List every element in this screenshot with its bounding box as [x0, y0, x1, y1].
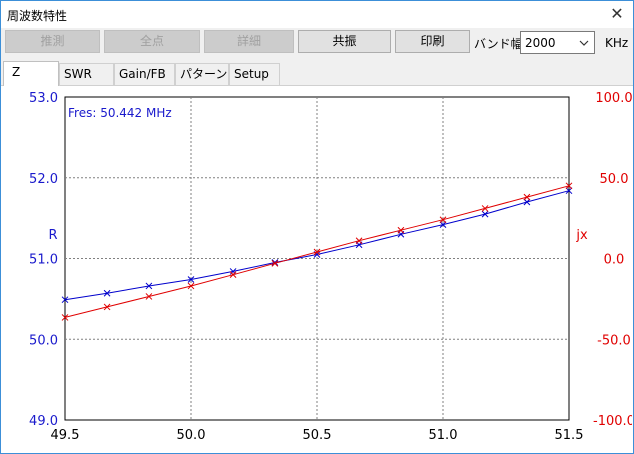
tab-strip: Z SWR Gain/FB パターン Setup: [1, 61, 633, 86]
print-button[interactable]: 印刷: [395, 30, 470, 53]
x-tick-label: 50.5: [303, 428, 332, 443]
estimate-button[interactable]: 推測: [5, 30, 100, 53]
detail-button[interactable]: 詳細: [204, 30, 294, 53]
x-tick-label: 49.5: [51, 428, 80, 443]
band-width-select[interactable]: 2000: [520, 31, 595, 54]
toolbar: 推測 全点 詳細 共振 印刷 バンド幅 2000 KHz: [1, 28, 633, 58]
right-axis-tick-label: 50.0: [600, 172, 629, 187]
left-axis-tick-label: 52.0: [29, 172, 58, 187]
x-tick-label: 51.0: [429, 428, 458, 443]
left-axis-tick-label: 50.0: [29, 333, 58, 348]
tab-setup[interactable]: Setup: [229, 63, 280, 85]
resonance-button[interactable]: 共振: [298, 30, 391, 53]
left-axis-tick-label: 51.0: [29, 253, 58, 268]
band-width-label: バンド幅: [474, 37, 523, 51]
right-axis-tick-label: 0.0: [604, 253, 625, 268]
window-title: 周波数特性: [7, 9, 68, 23]
tab-z[interactable]: Z: [3, 61, 59, 86]
right-axis-tick-label: -50.0: [597, 333, 631, 348]
unit-label: KHz: [605, 36, 629, 50]
impedance-chart: 49.5 50.0 50.5 51.0 51.5 49.0 50.0 51.0 52.0 53.0…: [29, 91, 632, 443]
left-axis-label: R: [48, 228, 57, 243]
chevron-down-icon: [579, 40, 589, 46]
x-tick-label: 51.5: [555, 428, 584, 443]
right-axis-tick-label: -100.0: [593, 414, 632, 429]
tab-gain-fb[interactable]: Gain/FB: [114, 63, 175, 85]
right-axis-label: jx: [575, 228, 588, 243]
right-axis-tick-label: 100.0: [595, 91, 632, 106]
tab-pattern[interactable]: パターン: [175, 63, 229, 85]
tab-swr[interactable]: SWR: [59, 63, 114, 85]
resonance-annotation: Fres: 50.442 MHz: [68, 106, 172, 120]
x-tick-label: 50.0: [177, 428, 206, 443]
left-axis-tick-label: 53.0: [29, 91, 58, 106]
close-icon[interactable]: ✕: [605, 3, 629, 25]
all-points-button[interactable]: 全点: [104, 30, 200, 53]
left-axis-tick-label: 49.0: [29, 414, 58, 429]
title-bar: 周波数特性 ✕: [1, 1, 633, 28]
band-width-value: 2000: [525, 36, 556, 50]
